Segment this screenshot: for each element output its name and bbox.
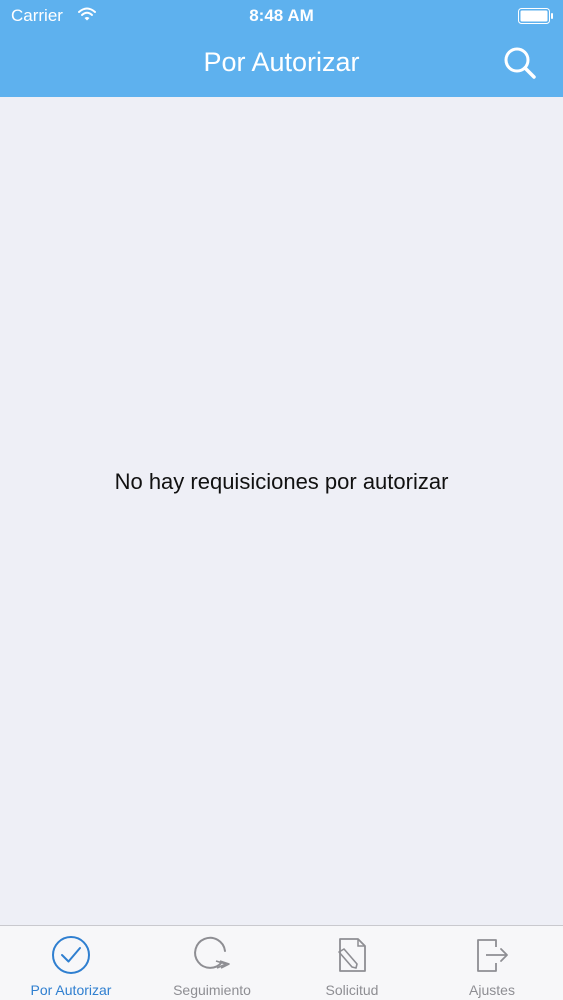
tab-label: Solicitud (325, 982, 379, 998)
search-button[interactable] (500, 43, 540, 83)
tab-solicitud[interactable]: Solicitud (282, 926, 422, 1000)
tab-ajustes[interactable]: Ajustes (422, 926, 562, 1000)
tab-por-autorizar[interactable]: Por Autorizar (1, 926, 141, 1000)
logout-icon (472, 935, 512, 975)
empty-state-message: No hay requisiciones por autorizar (114, 469, 449, 494)
header: Carrier 8:48 AM Por Autorizar (0, 0, 563, 97)
tab-label: Por Autorizar (30, 982, 112, 998)
page-title: Por Autorizar (203, 47, 360, 77)
tab-label: Ajustes (469, 982, 515, 998)
refresh-arrow-icon (192, 935, 232, 975)
battery-icon (518, 8, 554, 24)
screen: Carrier 8:48 AM Por Autorizar No hay req… (0, 0, 563, 1000)
status-time: 8:48 AM (249, 6, 314, 25)
checkmark-circle-icon (51, 935, 91, 975)
tab-seguimiento[interactable]: Seguimiento (142, 926, 282, 1000)
search-icon (504, 47, 536, 79)
status-bar: Carrier 8:48 AM (0, 0, 563, 32)
tab-label: Seguimiento (173, 982, 251, 998)
edit-document-icon (332, 935, 372, 975)
tab-bar: Por Autorizar Seguimiento Solicitud Ajus… (0, 925, 563, 1000)
